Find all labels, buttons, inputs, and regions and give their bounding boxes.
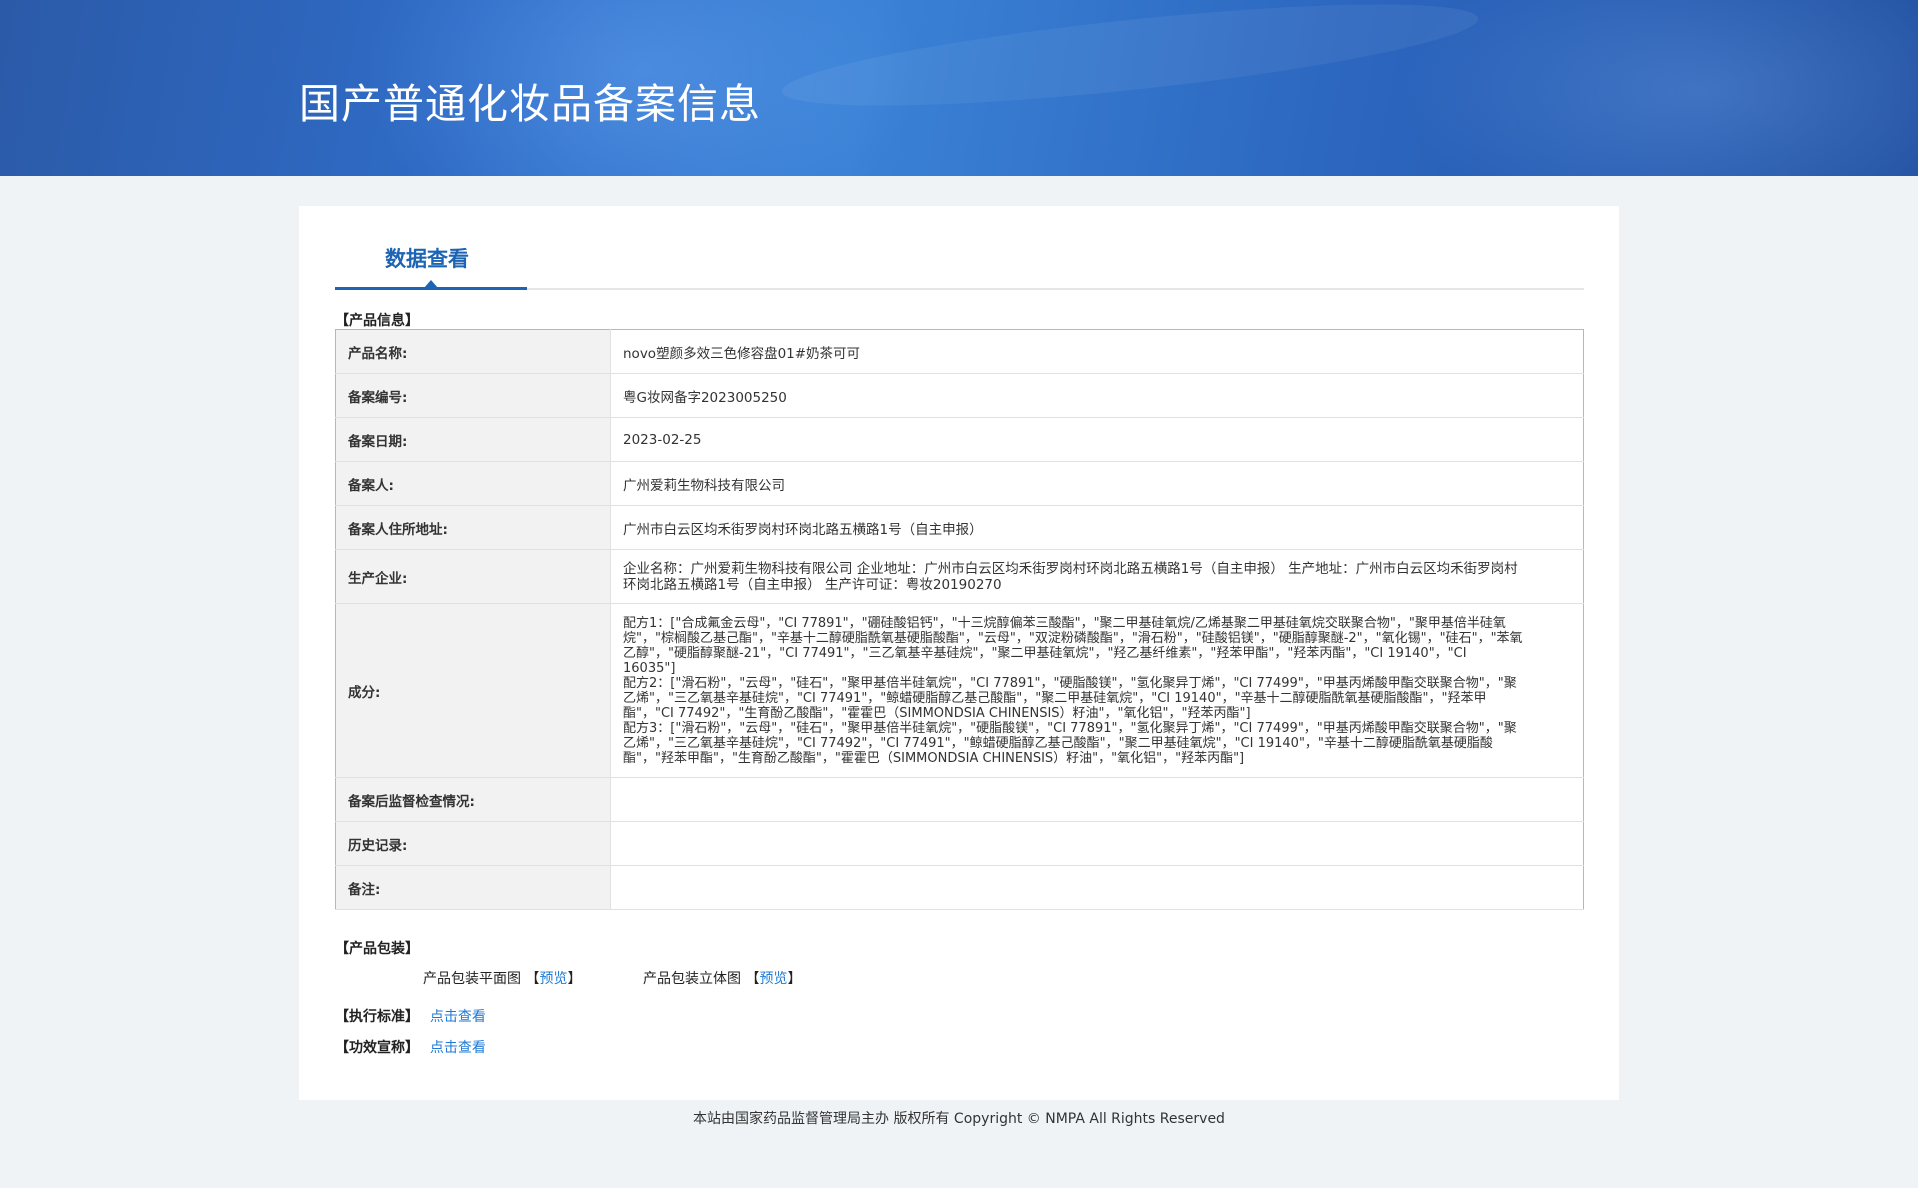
table-row: 备案人: 广州爱莉生物科技有限公司 xyxy=(335,461,1584,506)
row-value xyxy=(610,865,1584,910)
table-row: 备案编号: 粤G妆网备字2023005250 xyxy=(335,373,1584,418)
packaging-solid-item: 产品包装立体图 【预览】 xyxy=(643,968,801,988)
table-row: 成分: 配方1：["合成氟金云母"，"CI 77891"，"硼硅酸铝钙"，"十三… xyxy=(335,603,1584,778)
row-label: 历史记录: xyxy=(335,821,611,866)
row-label: 生产企业: xyxy=(335,549,611,604)
section-title-efficacy: 【功效宣称】 xyxy=(335,1040,419,1056)
row-value xyxy=(610,777,1584,822)
efficacy-view-link[interactable]: 点击查看 xyxy=(430,1040,486,1056)
section-title-standard: 【执行标准】 xyxy=(335,1009,419,1025)
table-row: 产品名称: novo塑颜多效三色修容盘01#奶茶可可 xyxy=(335,329,1584,374)
efficacy-row: 【功效宣称】 点击查看 xyxy=(335,1037,486,1057)
standard-row: 【执行标准】 点击查看 xyxy=(335,1006,486,1026)
section-title-product-info: 【产品信息】 xyxy=(335,313,419,329)
table-row: 备案人住所地址: 广州市白云区均禾街罗岗村环岗北路五横路1号（自主申报） xyxy=(335,505,1584,550)
preview-flat-link[interactable]: 预览 xyxy=(539,971,567,987)
row-value xyxy=(610,821,1584,866)
row-label: 备注: xyxy=(335,865,611,910)
bracket-close: 】 xyxy=(567,971,582,987)
packaging-flat-item: 产品包装平面图 【预览】 xyxy=(423,968,581,988)
bracket-open: 【 xyxy=(525,971,540,987)
row-label: 备案人: xyxy=(335,461,611,506)
page-title: 国产普通化妆品备案信息 xyxy=(299,80,761,128)
tab-data-view[interactable]: 数据查看 xyxy=(335,234,527,290)
table-row: 备案日期: 2023-02-25 xyxy=(335,417,1584,462)
packaging-solid-label: 产品包装立体图 xyxy=(643,971,741,987)
row-label: 产品名称: xyxy=(335,329,611,374)
tab-label: 数据查看 xyxy=(385,247,469,271)
table-row: 备注: xyxy=(335,865,1584,910)
header-banner: 国产普通化妆品备案信息 xyxy=(0,0,1918,176)
bracket-close: 】 xyxy=(787,971,802,987)
packaging-flat-label: 产品包装平面图 xyxy=(423,971,521,987)
row-label: 备案日期: xyxy=(335,417,611,462)
row-label: 备案人住所地址: xyxy=(335,505,611,550)
row-label: 成分: xyxy=(335,603,611,778)
content-card: 数据查看 【产品信息】 产品名称: novo塑颜多效三色修容盘01#奶茶可可 备… xyxy=(299,206,1619,1100)
ingredients-value: 配方1：["合成氟金云母"，"CI 77891"，"硼硅酸铝钙"，"十三烷醇偏苯… xyxy=(610,603,1584,778)
caret-up-icon xyxy=(424,280,438,288)
section-title-packaging: 【产品包装】 xyxy=(335,941,419,957)
row-value: novo塑颜多效三色修容盘01#奶茶可可 xyxy=(610,329,1584,374)
table-row: 备案后监督检查情况: xyxy=(335,777,1584,822)
bracket-open: 【 xyxy=(745,971,760,987)
tab-bar: 数据查看 xyxy=(335,234,1584,290)
table-row: 生产企业: 企业名称：广州爱莉生物科技有限公司 企业地址：广州市白云区均禾街罗岗… xyxy=(335,549,1584,604)
row-value: 2023-02-25 xyxy=(610,417,1584,462)
standard-view-link[interactable]: 点击查看 xyxy=(430,1009,486,1025)
preview-solid-link[interactable]: 预览 xyxy=(759,971,787,987)
row-value: 企业名称：广州爱莉生物科技有限公司 企业地址：广州市白云区均禾街罗岗村环岗北路五… xyxy=(610,549,1584,604)
row-value: 广州市白云区均禾街罗岗村环岗北路五横路1号（自主申报） xyxy=(610,505,1584,550)
row-label: 备案后监督检查情况: xyxy=(335,777,611,822)
row-value: 广州爱莉生物科技有限公司 xyxy=(610,461,1584,506)
banner-decoration xyxy=(1400,0,1918,176)
product-info-table: 产品名称: novo塑颜多效三色修容盘01#奶茶可可 备案编号: 粤G妆网备字2… xyxy=(335,329,1584,910)
footer-copyright: 本站由国家药品监督管理局主办 版权所有 Copyright © NMPA All… xyxy=(693,1111,1225,1127)
table-row: 历史记录: xyxy=(335,821,1584,866)
row-value: 粤G妆网备字2023005250 xyxy=(610,373,1584,418)
row-label: 备案编号: xyxy=(335,373,611,418)
